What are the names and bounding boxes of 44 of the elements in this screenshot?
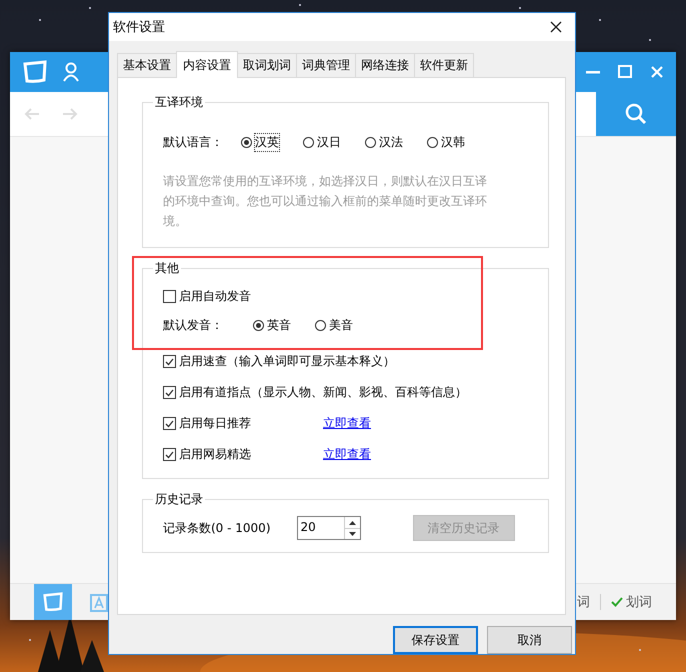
field-label: 默认发音：: [163, 316, 224, 334]
radio-button[interactable]: 汉英: [241, 134, 279, 150]
number-spinner[interactable]: 20: [296, 516, 360, 540]
search-button[interactable]: [596, 92, 676, 136]
view-link[interactable]: 立即查看: [323, 415, 371, 432]
calendar-icon[interactable]: [90, 592, 108, 612]
field-label: 记录条数(0 - 1000): [163, 520, 270, 536]
dictionary-tab[interactable]: [34, 584, 72, 620]
dialog-button[interactable]: 取消: [487, 626, 572, 654]
close-icon[interactable]: [650, 65, 664, 79]
view-link[interactable]: 立即查看: [323, 446, 371, 463]
check-icon: [165, 388, 174, 396]
maximize-icon[interactable]: [618, 65, 632, 79]
group-title: 互译环境: [154, 94, 204, 111]
dialog-button[interactable]: 保存设置: [393, 626, 478, 654]
check-icon: [165, 450, 174, 458]
logo-icon: [22, 60, 48, 84]
checkbox[interactable]: 启用有道指点（显示人物、新闻、影视、百科等信息）: [163, 384, 467, 401]
close-icon: [550, 21, 562, 33]
window-title: 软件设置: [113, 19, 165, 36]
radio-button[interactable]: 美音: [315, 316, 353, 334]
checkbox[interactable]: 启用自动发音: [163, 288, 323, 305]
check-icon: [611, 597, 623, 607]
radio-button[interactable]: 汉日: [303, 134, 341, 150]
checkbox[interactable]: 启用速查（输入单词即可显示基本释义）: [163, 353, 395, 370]
status-toggle[interactable]: 词: [577, 593, 590, 611]
tab[interactable]: 软件更新: [414, 53, 474, 77]
check-icon: [165, 358, 174, 366]
group-title: 历史记录: [154, 491, 204, 508]
radio-button[interactable]: 汉韩: [427, 134, 465, 150]
check-icon: [165, 420, 174, 428]
group-title: 其他: [154, 260, 180, 277]
checkbox[interactable]: 启用每日推荐: [163, 415, 323, 432]
status-toggle[interactable]: 划词: [611, 593, 652, 611]
radio-button[interactable]: 汉法: [365, 134, 403, 150]
radio-button[interactable]: 英音: [253, 316, 291, 334]
tab[interactable]: 内容设置: [176, 51, 238, 78]
user-icon[interactable]: [62, 62, 80, 82]
description-text: 请设置您常使用的互译环境，如选择汉日，则默认在汉日互译的环境中查询。您也可以通过输入框前的菜单随时更改互译环境。: [163, 173, 488, 230]
checkbox[interactable]: 启用网易精选: [163, 446, 323, 463]
search-icon: [625, 103, 647, 125]
field-label: 默认语言：: [163, 134, 224, 150]
tab[interactable]: 基本设置: [117, 53, 177, 77]
logo-icon: [42, 592, 64, 612]
